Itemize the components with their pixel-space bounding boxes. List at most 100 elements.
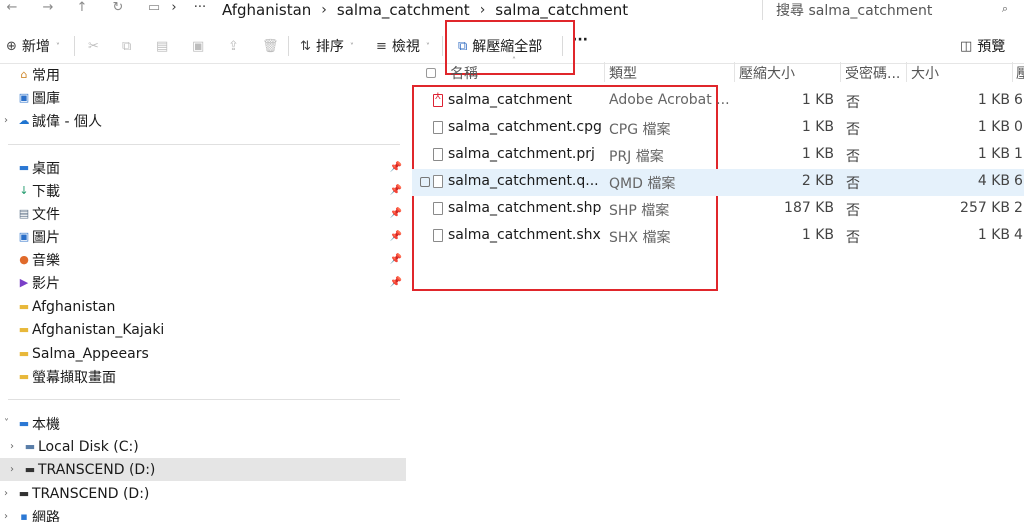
- sidebar-item-label: TRANSCEND (D:): [32, 485, 150, 502]
- chevron-down-icon[interactable]: ˅: [4, 418, 9, 429]
- chevron-right-icon[interactable]: ›: [4, 511, 8, 522]
- onedrive-icon: ☁: [18, 114, 30, 127]
- view-button[interactable]: ≡ 檢視 ˅: [376, 36, 430, 56]
- column-divider[interactable]: [604, 62, 605, 82]
- select-all-checkbox[interactable]: [426, 68, 436, 78]
- sort-ascending-icon: ˄: [512, 56, 516, 65]
- breadcrumb-item[interactable]: salma_catchment: [495, 1, 628, 19]
- file-row[interactable]: salma_catchment.prj PRJ 檔案 1 KB 否 1 KB 1: [412, 142, 1024, 169]
- forward-icon[interactable]: →: [38, 0, 58, 18]
- file-row[interactable]: salma_catchment.cpg CPG 檔案 1 KB 否 1 KB 0: [412, 115, 1024, 142]
- this-pc-icon[interactable]: ▭: [144, 0, 164, 18]
- new-button[interactable]: ⊕ 新增 ˅: [6, 36, 60, 56]
- copy-button[interactable]: ⧉: [122, 36, 131, 56]
- computer-icon: ▬: [18, 417, 30, 430]
- sidebar-item-label: 文件: [32, 206, 60, 223]
- breadcrumb-item[interactable]: Afghanistan: [222, 1, 311, 19]
- column-divider[interactable]: [906, 62, 907, 82]
- folder-icon: ▬: [18, 370, 30, 383]
- sidebar-item-documents[interactable]: ▤ 文件 📌: [0, 202, 406, 225]
- column-header-size[interactable]: 大小: [911, 63, 939, 83]
- file-compressed-size: 2 KB: [801, 173, 834, 189]
- preview-pane-icon: ◫: [960, 38, 973, 54]
- sidebar-item-videos[interactable]: ▶ 影片 📌: [0, 271, 406, 294]
- sidebar-item-music[interactable]: ● 音樂 📌: [0, 248, 406, 271]
- sidebar-item-pictures[interactable]: ▣ 圖片 📌: [0, 225, 406, 248]
- search-input[interactable]: 搜尋 salma_catchment ⌕: [764, 0, 1024, 20]
- rename-button[interactable]: ▣: [192, 36, 204, 56]
- file-row[interactable]: salma_catchment.q... QMD 檔案 2 KB 否 4 KB …: [412, 169, 1024, 196]
- column-header-password[interactable]: 受密碼...: [845, 63, 900, 83]
- view-lines-icon: ≡: [376, 38, 387, 54]
- pin-icon[interactable]: 📌: [390, 254, 402, 265]
- file-row[interactable]: salma_catchment.shp SHP 檔案 187 KB 否 257 …: [412, 196, 1024, 223]
- up-icon[interactable]: ↑: [72, 0, 92, 18]
- sidebar-item-folder[interactable]: ▬ Salma_Appeears: [0, 342, 406, 365]
- breadcrumb-item[interactable]: salma_catchment: [337, 1, 470, 19]
- sidebar-item-folder[interactable]: ▬ 螢幕擷取畫面: [0, 365, 406, 388]
- chevron-down-icon: ˅: [349, 41, 354, 51]
- sidebar-item-network[interactable]: › ▪ 網路: [0, 505, 406, 522]
- file-password: 否: [846, 95, 860, 111]
- column-divider[interactable]: [734, 62, 735, 82]
- file-password: 否: [846, 176, 860, 192]
- sidebar-item-transcend[interactable]: › ▬ TRANSCEND (D:): [0, 482, 406, 505]
- pin-icon[interactable]: 📌: [390, 277, 402, 288]
- plus-circle-icon: ⊕: [6, 38, 17, 54]
- file-size: 1 KB: [977, 146, 1010, 162]
- share-button[interactable]: ⇪: [228, 36, 239, 56]
- file-compressed-size: 1 KB: [801, 227, 834, 243]
- pin-icon[interactable]: 📌: [390, 231, 402, 242]
- sidebar-item-desktop[interactable]: ▬ 桌面 📌: [0, 156, 406, 179]
- file-size: 1 KB: [977, 92, 1010, 108]
- chevron-right-icon[interactable]: ›: [10, 441, 14, 452]
- back-icon[interactable]: ←: [2, 0, 22, 18]
- column-divider[interactable]: [840, 62, 841, 82]
- sidebar-item-downloads[interactable]: ↓ 下載 📌: [0, 179, 406, 202]
- desktop-icon: ▬: [18, 161, 30, 174]
- column-divider[interactable]: [1012, 62, 1013, 82]
- sidebar-item-home[interactable]: ⌂ 常用: [0, 63, 406, 86]
- file-type: CPG 檔案: [609, 122, 671, 138]
- column-header-compressed-size[interactable]: 壓縮大小: [739, 63, 795, 83]
- sort-icon: ⇅: [300, 38, 311, 54]
- usb-drive-icon: ▬: [18, 487, 30, 500]
- file-row[interactable]: salma_catchment.shx SHX 檔案 1 KB 否 1 KB 4: [412, 223, 1024, 250]
- chevron-right-icon[interactable]: ›: [4, 488, 8, 499]
- search-icon[interactable]: ⌕: [1002, 2, 1008, 16]
- preview-button[interactable]: ◫ 預覽: [960, 36, 1005, 56]
- row-checkbox[interactable]: [420, 177, 430, 187]
- sidebar-item-transcend[interactable]: › ▬ TRANSCEND (D:): [0, 458, 406, 481]
- sidebar-item-this-pc[interactable]: ˅ ▬ 本機: [0, 412, 406, 435]
- column-header-type[interactable]: 類型: [609, 63, 637, 83]
- sidebar-item-label: Afghanistan_Kajaki: [32, 321, 165, 338]
- delete-button[interactable]: 🗑: [262, 36, 279, 56]
- file-icon: [433, 202, 443, 215]
- sidebar-item-local-disk[interactable]: › ▬ Local Disk (C:): [0, 435, 406, 458]
- refresh-icon[interactable]: ↻: [108, 0, 128, 18]
- pin-icon[interactable]: 📌: [390, 162, 402, 173]
- sidebar-item-folder[interactable]: ▬ Afghanistan: [0, 295, 406, 318]
- pin-icon[interactable]: 📌: [390, 208, 402, 219]
- gallery-icon: ▣: [18, 91, 30, 104]
- sort-button[interactable]: ⇅ 排序 ˅: [300, 36, 354, 56]
- chevron-right-icon[interactable]: ›: [10, 464, 14, 475]
- chevron-right-icon[interactable]: ›: [4, 115, 8, 126]
- divider: [762, 0, 763, 20]
- file-row[interactable]: salma_catchment Adobe Acrobat ... 1 KB 否…: [412, 88, 1024, 115]
- pin-icon[interactable]: 📌: [390, 185, 402, 196]
- breadcrumb-overflow-button[interactable]: ···: [190, 0, 210, 18]
- paste-icon: ▤: [156, 38, 169, 54]
- paste-button[interactable]: ▤: [156, 36, 168, 56]
- column-header-name[interactable]: 名稱: [450, 63, 478, 83]
- column-header-extra[interactable]: 壓: [1016, 63, 1024, 83]
- cut-button[interactable]: ✂: [88, 36, 99, 56]
- chevron-down-icon: ˅: [425, 41, 430, 51]
- file-compressed-size: 187 KB: [784, 200, 834, 216]
- sidebar-item-folder[interactable]: ▬ Afghanistan_Kajaki: [0, 318, 406, 341]
- sidebar-item-gallery[interactable]: ▣ 圖庫: [0, 86, 406, 109]
- rename-icon: ▣: [192, 38, 205, 54]
- breadcrumb-chevron-icon[interactable]: ›: [164, 0, 184, 18]
- sidebar-item-onedrive[interactable]: › ☁ 誠偉 - 個人: [0, 109, 406, 132]
- sidebar-item-label: 桌面: [32, 160, 60, 177]
